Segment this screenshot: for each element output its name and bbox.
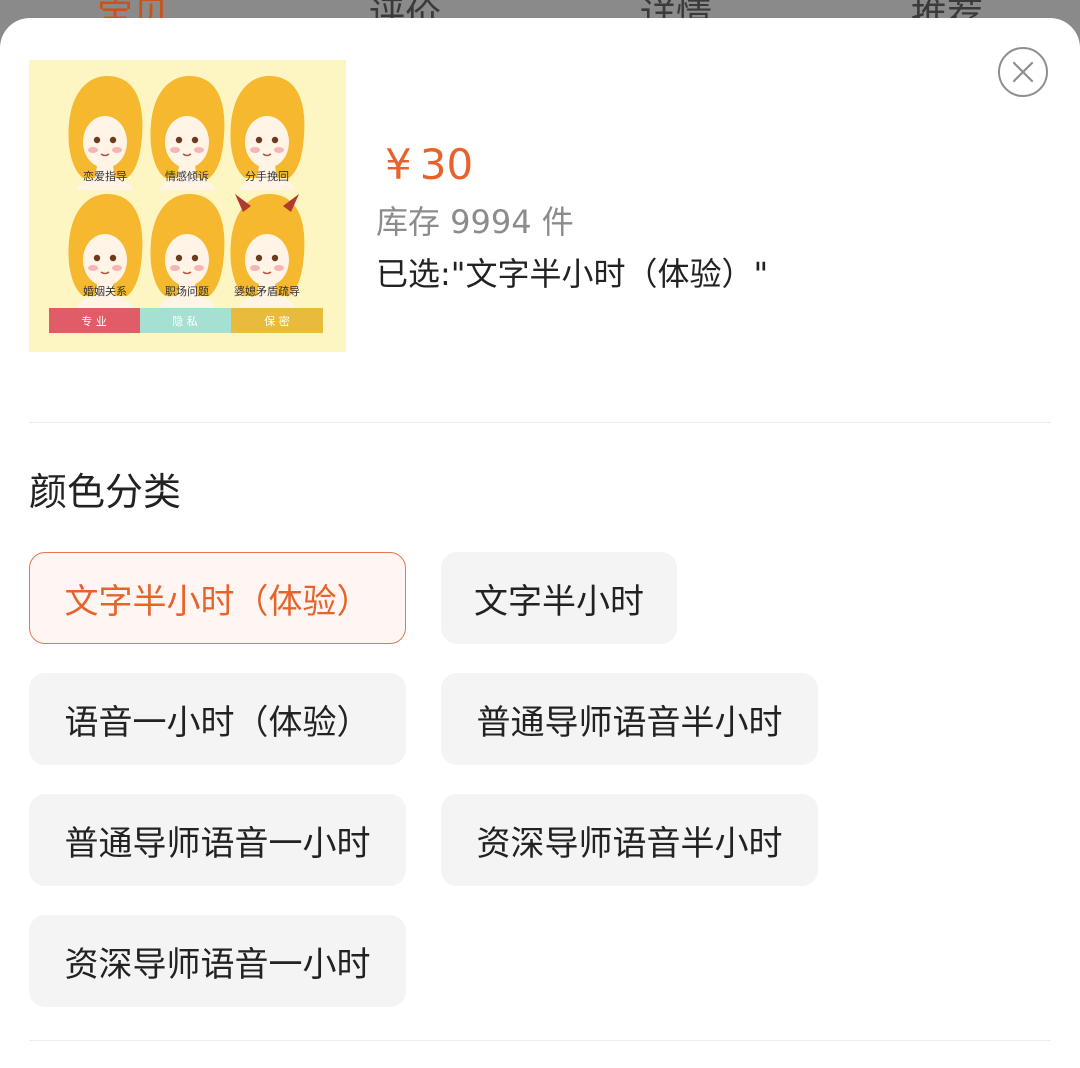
product-image: 恋爱指导 情感倾诉 分手挽回 婚姻关系 职场问题 婆媳矛盾疏导 专 业 隐 私 … bbox=[29, 60, 346, 352]
spec-option-senior-tutor-voice-one-hour[interactable]: 资深导师语音一小时 bbox=[29, 915, 406, 1007]
banner-label-2: 隐 私 bbox=[172, 315, 198, 328]
currency-symbol: ¥ bbox=[385, 140, 412, 189]
spec-option-label: 文字半小时（体验） bbox=[64, 581, 371, 622]
spec-section-title: 颜色分类 bbox=[29, 470, 182, 514]
stock-count: 库存 9994 件 bbox=[376, 203, 574, 241]
face-label-4: 婚姻关系 bbox=[83, 284, 127, 298]
cartoon-faces-illustration: 恋爱指导 情感倾诉 分手挽回 婚姻关系 职场问题 婆媳矛盾疏导 专 业 隐 私 … bbox=[49, 75, 323, 333]
divider bbox=[29, 1040, 1051, 1041]
divider bbox=[29, 422, 1051, 423]
spec-option-label: 资深导师语音半小时 bbox=[476, 823, 783, 864]
face-label-1: 恋爱指导 bbox=[83, 169, 127, 183]
selected-spec-summary: 已选:"文字半小时（体验）" bbox=[376, 255, 769, 293]
price-value: 30 bbox=[419, 140, 474, 189]
banner-label-1: 专 业 bbox=[81, 314, 107, 328]
price: ¥30 bbox=[385, 142, 473, 188]
spec-option-label: 普通导师语音半小时 bbox=[476, 702, 783, 743]
spec-option-senior-tutor-voice-half-hour[interactable]: 资深导师语音半小时 bbox=[441, 794, 818, 886]
close-icon bbox=[1012, 61, 1034, 83]
spec-option-voice-one-hour-trial[interactable]: 语音一小时（体验） bbox=[29, 673, 406, 765]
spec-option-text-half-hour[interactable]: 文字半小时 bbox=[441, 552, 677, 644]
face-label-5: 职场问题 bbox=[165, 284, 209, 298]
face-label-3: 分手挽回 bbox=[245, 169, 289, 183]
spec-option-label: 普通导师语音一小时 bbox=[64, 823, 371, 864]
spec-option-label: 文字半小时 bbox=[474, 581, 644, 622]
banner-label-3: 保 密 bbox=[264, 314, 290, 328]
close-button[interactable] bbox=[998, 47, 1048, 97]
spec-option-regular-tutor-voice-half-hour[interactable]: 普通导师语音半小时 bbox=[441, 673, 818, 765]
sku-selector-sheet: 恋爱指导 情感倾诉 分手挽回 婚姻关系 职场问题 婆媳矛盾疏导 专 业 隐 私 … bbox=[0, 18, 1080, 1068]
spec-option-label: 语音一小时（体验） bbox=[64, 702, 371, 743]
face-label-2: 情感倾诉 bbox=[165, 170, 209, 183]
spec-option-regular-tutor-voice-one-hour[interactable]: 普通导师语音一小时 bbox=[29, 794, 406, 886]
spec-option-label: 资深导师语音一小时 bbox=[64, 944, 371, 985]
face-label-6: 婆媳矛盾疏导 bbox=[234, 284, 300, 298]
spec-option-text-half-hour-trial[interactable]: 文字半小时（体验） bbox=[29, 552, 406, 644]
